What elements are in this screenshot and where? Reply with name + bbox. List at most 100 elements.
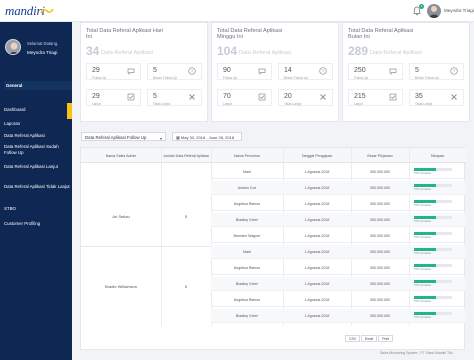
stat-label: Tidak Lanjut	[284, 102, 302, 106]
table-row[interactable]: Bradley Greer 1 Agustus 2016 300.000.000 57…	[211, 213, 466, 227]
pinjaman-cell: 300.000.000	[370, 314, 390, 318]
close-icon	[189, 94, 195, 100]
stat-value: 90	[223, 67, 231, 74]
data-type-select[interactable]: Data Referal Aplikasi Follow Up ▾	[81, 132, 166, 141]
tanggal-cell: 1 Agustus 2016	[304, 202, 330, 206]
pinjaman-cell: 300.000.000	[370, 234, 390, 238]
stat-value: 29	[92, 67, 100, 74]
col-header-tanggal[interactable]: Tanggal Pengajuan	[283, 148, 351, 163]
tanggal-cell: 1 Agustus 2016	[304, 282, 330, 286]
excel-button[interactable]: Excel	[360, 335, 378, 342]
sales-admin-name: Bradle Williamson	[104, 284, 137, 289]
progress-fill	[414, 232, 436, 235]
progress-fill	[414, 216, 436, 219]
stat-value: 70	[223, 93, 231, 100]
stat-tidak-lanjut: 5 Tidak Lanjut	[147, 89, 202, 106]
progress-bar	[414, 312, 452, 315]
sales-admin-name: Ari Setiau	[112, 214, 130, 219]
progress-label: 57% Complete	[414, 220, 432, 223]
sidebar-item-dashboard[interactable]: Dashboard	[0, 105, 72, 116]
col-header-tahapan[interactable]: Tahapan	[409, 148, 466, 163]
tahapan-cell: 57% Complete	[409, 213, 466, 227]
progress-label: 57% Complete	[414, 188, 432, 191]
stat-label: Tidak Lanjut	[415, 102, 433, 106]
top-bar: mandiri 1 Meyndra Triagi	[0, 0, 474, 22]
progress-fill	[414, 264, 436, 267]
sidebar: Selamat Datang, Meyndra Triagi General D…	[0, 22, 72, 360]
progress-label: 57% Complete	[414, 172, 432, 175]
sidebar-item-lanjut[interactable]: Data Referal Aplikasi Lanjut	[0, 163, 72, 183]
mandiri-logo[interactable]: mandiri	[5, 3, 45, 19]
tahapan-cell: 57% Complete	[409, 293, 466, 307]
progress-bar	[414, 264, 452, 267]
stat-value: 29	[92, 93, 100, 100]
pinjaman-cell: 300.000.000	[370, 266, 390, 270]
summary-card-today: Total Data Referal Aplikasi Hari Ini 34 …	[80, 22, 208, 122]
stat-label: Tidak Lanjut	[153, 102, 171, 106]
date-range-picker[interactable]: ▦ May 30, 2018 - June 28, 2018	[172, 132, 242, 141]
sidebar-item-data-referal[interactable]: Data Referal Aplikasi	[0, 132, 72, 143]
card-suffix: Data Referal Aplikasi	[370, 50, 422, 56]
summary-card-month: Total Data Referal Aplikasi Bulan Ini 28…	[342, 22, 470, 122]
sidebar-item-stbo[interactable]: STBO	[0, 205, 72, 220]
progress-label: 57% Complete	[414, 204, 432, 207]
stat-value: 35	[415, 93, 423, 100]
table-row[interactable]: Brenden Wagner 1 Agustus 2016 300.000.000 5…	[211, 229, 466, 243]
chat-icon	[258, 68, 266, 75]
pinjaman-cell: 300.000.000	[370, 250, 390, 254]
card-title: Total Data Referal Aplikasi Hari Ini	[86, 28, 164, 40]
select-value: Data Referal Aplikasi Follow Up	[85, 134, 147, 140]
svg-text:?: ?	[322, 69, 325, 74]
table-row[interactable]: Mark 1 Agustus 2016 300.000.000 57% Complet…	[211, 245, 466, 259]
sidebar-item-sudah-follow-up[interactable]: Data Referal Aplikasi Sudah Follow Up	[0, 143, 72, 163]
table-row[interactable]: Mark 1 Agustus 2016 300.000.000 57% Complet…	[211, 165, 466, 179]
avatar[interactable]	[427, 4, 441, 18]
tanggal-cell: 1 Agustus 2016	[304, 170, 330, 174]
referral-count: 5	[184, 284, 188, 289]
table-row[interactable]: Angelica Ramos 1 Agustus 2016 300.000.000 5…	[211, 197, 466, 211]
card-title: Total Data Referal Aplikasi Minggu Ini	[217, 28, 283, 40]
print-button[interactable]: Print	[378, 335, 394, 342]
table-row[interactable]: Ashton Cox 1 Agustus 2016 300.000.000 57% C…	[211, 181, 466, 195]
notification-badge: 1	[419, 4, 424, 9]
topbar-user-name[interactable]: Meyndra Triagi	[444, 8, 474, 13]
col-header-sales-admin[interactable]: Nama Sales Admin	[81, 148, 161, 163]
progress-fill	[414, 200, 436, 203]
table-row[interactable]: Bradley Greer 1 Agustus 2016 300.000.000 57…	[211, 309, 466, 323]
col-header-pemohon[interactable]: Nama Pemohon	[211, 148, 283, 163]
stat-follow-up: 29 Follow Up	[86, 63, 141, 80]
progress-fill	[414, 296, 436, 299]
stat-value: 14	[284, 67, 292, 74]
col-header-pinjaman[interactable]: Besar Pinjaman	[351, 148, 409, 163]
table-row[interactable]: Angelica Ramos 1 Agustus 2016 300.000.000 5…	[211, 261, 466, 275]
progress-fill	[414, 280, 436, 283]
sidebar-item-tidak-lanjut[interactable]: Data Referal Aplikasi Tidak Lanjut	[0, 183, 72, 205]
pinjaman-cell: 300.000.000	[370, 298, 390, 302]
stat-lanjut: 29 Lanjut	[86, 89, 141, 106]
stat-value: 20	[284, 93, 292, 100]
stat-value: 5	[153, 67, 157, 74]
progress-bar	[414, 216, 452, 219]
stat-label: Lanjut	[92, 102, 101, 106]
card-suffix: Data Referal Aplikasi	[239, 50, 291, 56]
sidebar-item-customer-profiling[interactable]: Customer Profiling	[0, 220, 72, 230]
pinjaman-cell: 300.000.000	[370, 202, 390, 206]
stat-value: 215	[354, 93, 366, 100]
tahapan-cell: 57% Complete	[409, 309, 466, 323]
table-row[interactable]: Bradley Greer 1 Agustus 2016 300.000.000 57…	[211, 277, 466, 291]
welcome-text: Selamat Datang,	[27, 41, 59, 46]
stat-label: Follow Up	[354, 76, 369, 80]
tanggal-cell: 1 Agustus 2016	[304, 186, 330, 190]
check-icon	[258, 93, 266, 101]
table-row[interactable]: Angelica Ramos 1 Agustus 2016 300.000.000 5…	[211, 293, 466, 307]
stat-label: Belum Follow Up	[415, 76, 440, 80]
pemohon-cell: Bradley Greer	[235, 314, 259, 318]
sidebar-avatar	[5, 39, 21, 55]
col-header-jumlah[interactable]: Jumlah Data Referal Aplikasi	[161, 148, 211, 163]
stat-label: Lanjut	[354, 102, 363, 106]
sidebar-item-laporan[interactable]: Laporan	[0, 116, 72, 132]
csv-button[interactable]: CSV	[345, 335, 360, 342]
pinjaman-cell: 300.000.000	[370, 170, 390, 174]
user-icon	[9, 42, 19, 54]
stat-tidak-lanjut: 20 Tidak Lanjut	[278, 89, 333, 106]
